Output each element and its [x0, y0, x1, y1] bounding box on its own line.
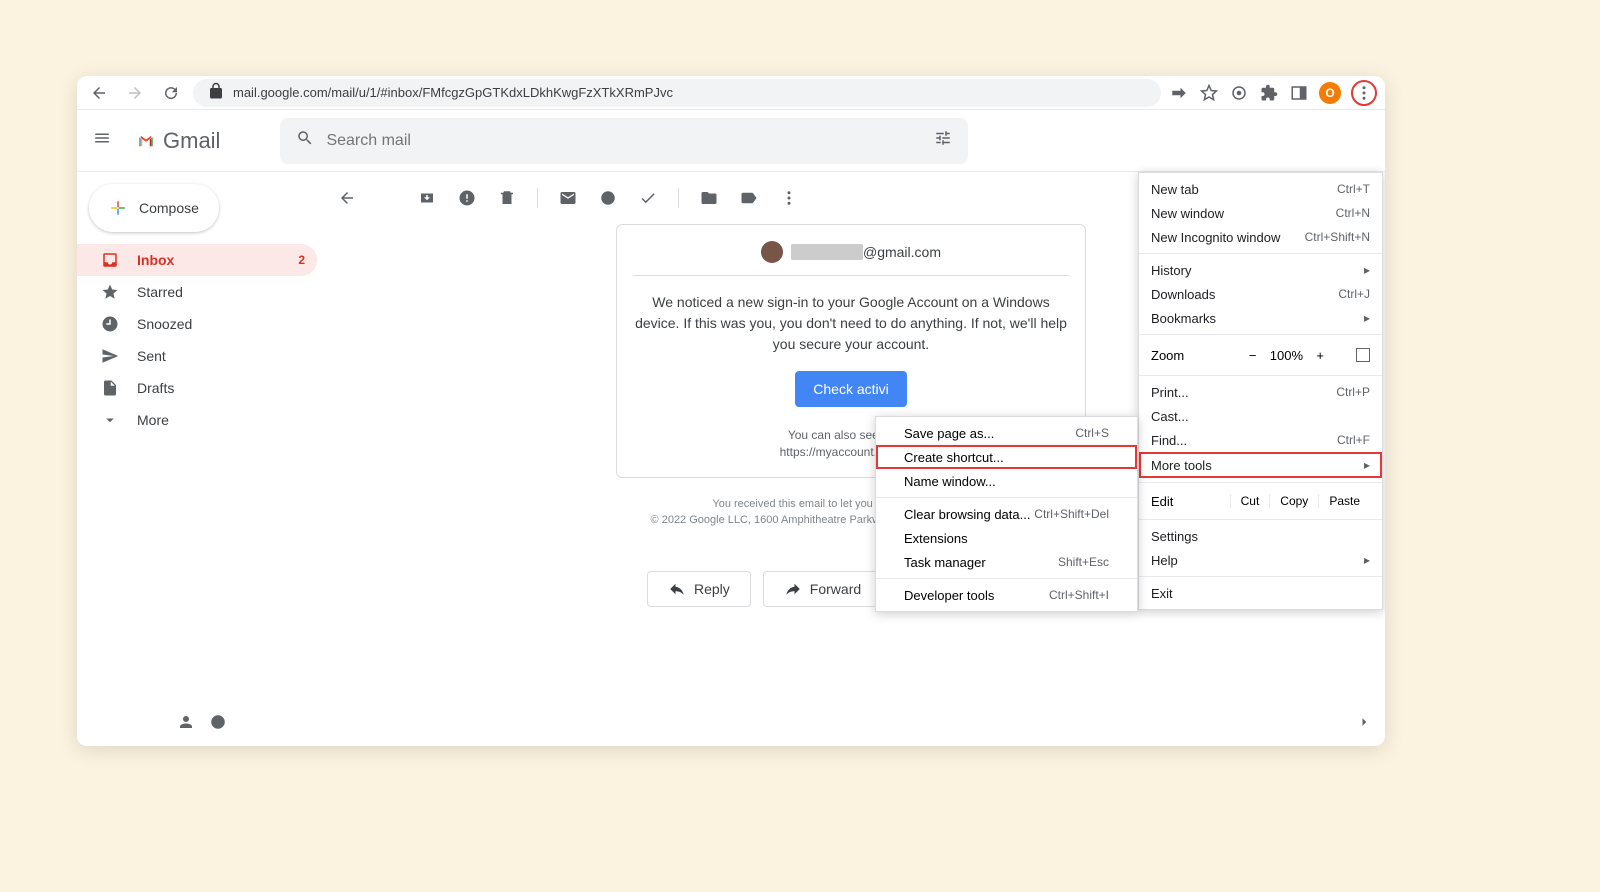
profile-avatar[interactable]: O [1319, 82, 1341, 104]
menu-paste[interactable]: Paste [1318, 494, 1370, 508]
chat-icon[interactable] [209, 713, 227, 736]
sidebar-item-drafts[interactable]: Drafts [77, 372, 317, 404]
gmail-header: Gmail [77, 110, 1385, 172]
menu-copy[interactable]: Copy [1269, 494, 1318, 508]
sender-domain: @gmail.com [863, 244, 941, 260]
label-icon[interactable] [739, 188, 759, 208]
delete-icon[interactable] [497, 188, 517, 208]
contacts-icon[interactable] [177, 713, 195, 736]
submenu-dev-tools[interactable]: Developer toolsCtrl+Shift+I [876, 583, 1137, 607]
spam-icon[interactable] [457, 188, 477, 208]
target-icon[interactable] [1229, 83, 1249, 103]
compose-button[interactable]: Compose [89, 184, 219, 232]
more-tools-submenu: Save page as...Ctrl+S Create shortcut...… [875, 416, 1138, 612]
sender-name-redacted [791, 244, 863, 260]
clock-icon [101, 315, 121, 333]
menu-find[interactable]: Find...Ctrl+F [1139, 428, 1382, 452]
chevron-down-icon [101, 411, 121, 429]
menu-cast[interactable]: Cast... [1139, 404, 1382, 428]
sidebar-item-sent[interactable]: Sent [77, 340, 317, 372]
send-icon [101, 347, 121, 365]
browser-toolbar: mail.google.com/mail/u/1/#inbox/FMfcgzGp… [77, 76, 1385, 110]
submenu-extensions[interactable]: Extensions [876, 526, 1137, 550]
sidebar: Compose Inbox 2 Starred Snoozed Sent Draf… [77, 172, 317, 746]
menu-incognito[interactable]: New Incognito windowCtrl+Shift+N [1139, 225, 1382, 249]
menu-exit[interactable]: Exit [1139, 581, 1382, 605]
gmail-brand-text: Gmail [163, 128, 220, 154]
url-text: mail.google.com/mail/u/1/#inbox/FMfcgzGp… [233, 85, 673, 100]
menu-downloads[interactable]: DownloadsCtrl+J [1139, 282, 1382, 306]
compose-label: Compose [139, 200, 199, 216]
sidebar-item-starred[interactable]: Starred [77, 276, 317, 308]
file-icon [101, 379, 121, 397]
tune-icon[interactable] [934, 129, 952, 152]
email-body: We noticed a new sign-in to your Google … [633, 292, 1069, 355]
menu-history[interactable]: History▸ [1139, 258, 1382, 282]
sidebar-item-inbox[interactable]: Inbox 2 [77, 244, 317, 276]
menu-settings[interactable]: Settings [1139, 524, 1382, 548]
panel-icon[interactable] [1289, 83, 1309, 103]
gmail-logo[interactable]: Gmail [137, 128, 220, 154]
chrome-menu-button[interactable] [1351, 80, 1377, 106]
forward-button[interactable] [121, 79, 149, 107]
forward-button[interactable]: Forward [763, 571, 882, 607]
menu-new-tab[interactable]: New tabCtrl+T [1139, 177, 1382, 201]
sidebar-item-snoozed[interactable]: Snoozed [77, 308, 317, 340]
task-icon[interactable] [638, 188, 658, 208]
browser-window: mail.google.com/mail/u/1/#inbox/FMfcgzGp… [77, 76, 1385, 746]
side-panel-toggle[interactable] [1355, 713, 1373, 736]
share-icon[interactable] [1169, 83, 1189, 103]
archive-icon[interactable] [417, 188, 437, 208]
menu-icon[interactable] [93, 129, 117, 153]
menu-print[interactable]: Print...Ctrl+P [1139, 380, 1382, 404]
menu-new-window[interactable]: New windowCtrl+N [1139, 201, 1382, 225]
snooze-icon[interactable] [598, 188, 618, 208]
search-box[interactable] [280, 118, 968, 164]
menu-cut[interactable]: Cut [1230, 494, 1270, 508]
extensions-icon[interactable] [1259, 83, 1279, 103]
search-input[interactable] [326, 132, 922, 150]
reply-button[interactable]: Reply [647, 571, 751, 607]
submenu-name-window[interactable]: Name window... [876, 469, 1137, 493]
inbox-count: 2 [298, 253, 305, 267]
submenu-create-shortcut[interactable]: Create shortcut... [876, 445, 1137, 469]
fullscreen-icon[interactable] [1356, 348, 1370, 362]
address-bar[interactable]: mail.google.com/mail/u/1/#inbox/FMfcgzGp… [193, 79, 1161, 107]
mark-unread-icon[interactable] [558, 188, 578, 208]
menu-edit: EditCutCopyPaste [1139, 487, 1382, 515]
submenu-save-as[interactable]: Save page as...Ctrl+S [876, 421, 1137, 445]
submenu-clear-data[interactable]: Clear browsing data...Ctrl+Shift+Del [876, 502, 1137, 526]
inbox-label: Inbox [137, 252, 174, 268]
menu-bookmarks[interactable]: Bookmarks▸ [1139, 306, 1382, 330]
zoom-in[interactable]: + [1316, 348, 1324, 363]
email-from: @gmail.com [633, 241, 1069, 263]
move-icon[interactable] [699, 188, 719, 208]
chrome-dropdown-menu: New tabCtrl+T New windowCtrl+N New Incog… [1138, 172, 1383, 610]
submenu-task-manager[interactable]: Task managerShift+Esc [876, 550, 1137, 574]
bottom-icons [177, 713, 227, 736]
menu-zoom: Zoom−100%+ [1139, 339, 1382, 371]
menu-help[interactable]: Help▸ [1139, 548, 1382, 572]
inbox-icon [101, 251, 121, 269]
back-icon[interactable] [337, 188, 357, 208]
zoom-value: 100% [1266, 348, 1306, 363]
sender-avatar [761, 241, 783, 263]
sidebar-item-more[interactable]: More [77, 404, 317, 436]
menu-more-tools[interactable]: More tools▸ [1139, 452, 1382, 478]
more-icon[interactable] [779, 188, 799, 208]
star-icon[interactable] [1199, 83, 1219, 103]
star-icon [101, 283, 121, 301]
search-icon [296, 129, 314, 152]
back-button[interactable] [85, 79, 113, 107]
reload-button[interactable] [157, 79, 185, 107]
main-area: @gmail.com We noticed a new sign-in to y… [317, 172, 1385, 746]
lock-icon [207, 82, 225, 103]
check-activity-button[interactable]: Check activi [795, 371, 906, 407]
zoom-out[interactable]: − [1249, 348, 1257, 363]
